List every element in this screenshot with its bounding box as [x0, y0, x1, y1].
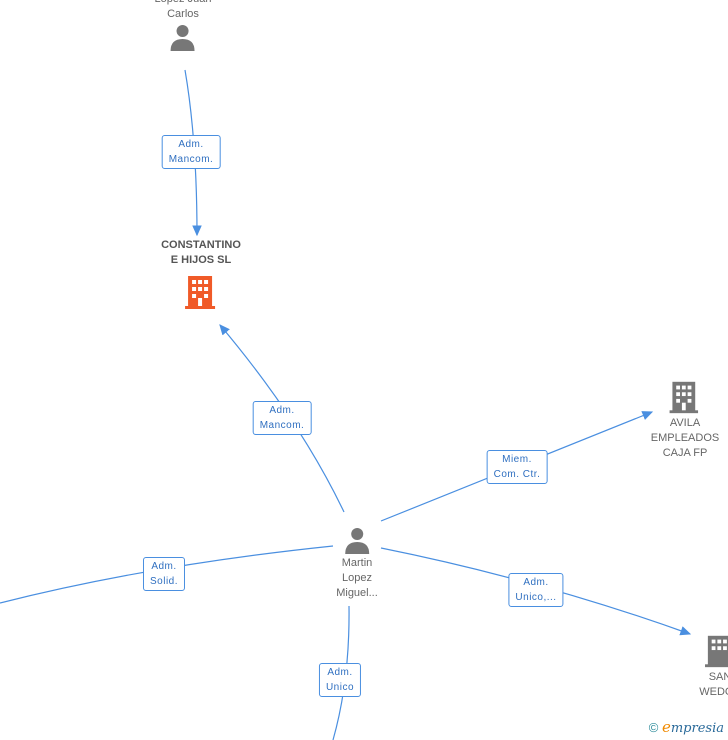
node-san[interactable]: SAN WEDGE [699, 632, 728, 700]
edge-label[interactable]: Adm. Mancom. [252, 401, 312, 435]
person-icon [344, 528, 369, 554]
node-constantino[interactable]: CONSTANTINO E HIJOS SL [161, 238, 241, 312]
person-icon [170, 25, 195, 51]
node-martin[interactable]: Martin Lopez Miguel... [336, 524, 378, 601]
node-avila[interactable]: AVILA EMPLEADOS CAJA FP [651, 378, 719, 461]
edge-label[interactable]: Adm. Unico [318, 663, 362, 697]
building-icon [184, 276, 215, 309]
building-icon [704, 635, 728, 668]
edge-label[interactable]: Miem. Com. Ctr. [486, 450, 548, 484]
edge-label[interactable]: Adm. Mancom. [161, 135, 221, 169]
edge-label[interactable]: Adm. Unico,... [508, 573, 564, 607]
node-lopez[interactable]: Lopez Juan Carlos [155, 0, 211, 52]
edges-layer [0, 69, 692, 740]
building-icon [669, 381, 699, 414]
empresia-logo[interactable]: © empresia [649, 718, 724, 736]
edge-label[interactable]: Adm. Solid. [142, 557, 186, 591]
